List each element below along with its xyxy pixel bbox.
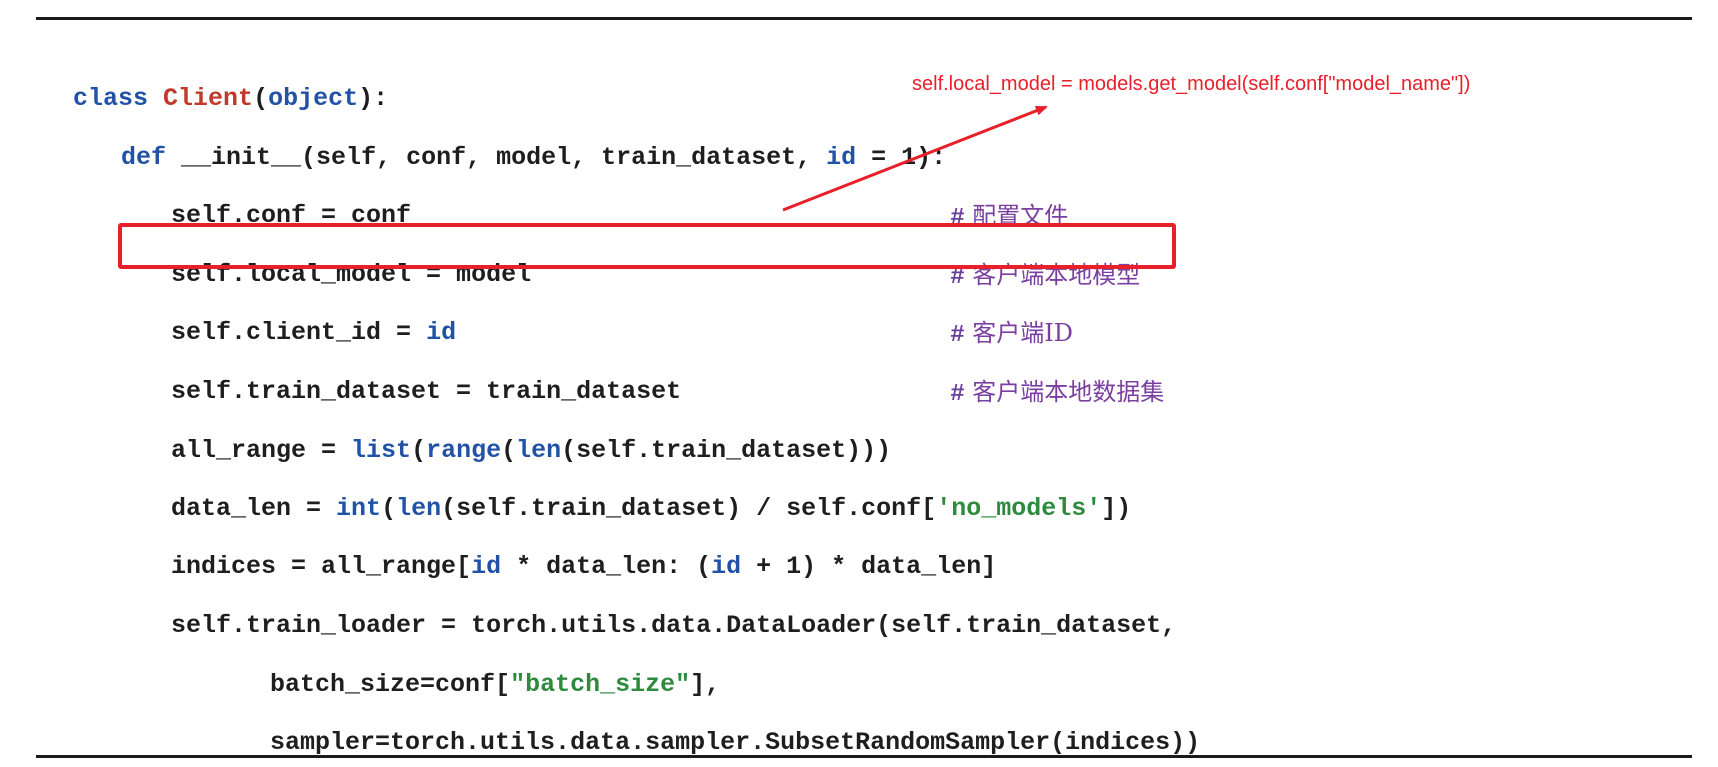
code-line-init-def: def __init__(self, conf, model, train_da… [91, 113, 946, 172]
code-text: (self.train_dataset))) [561, 436, 892, 465]
code-text: sampler=torch.utils.data.sampler.SubsetR… [270, 728, 1201, 757]
paren: ( [411, 436, 427, 465]
code-text: self.client_id = [171, 318, 427, 347]
string-literal: "batch_size" [510, 670, 691, 699]
paren-open: ( [253, 84, 269, 113]
paren: ( [381, 494, 397, 523]
paren-close: ): [358, 84, 389, 113]
keyword-def: def [121, 143, 167, 172]
builtin-range: range [426, 436, 502, 465]
code-text: ]) [1101, 494, 1132, 523]
string-literal: 'no_models' [936, 494, 1102, 523]
code-line-data-len: data_len = int(len(self.train_dataset) /… [141, 464, 1131, 523]
paren: ( [501, 436, 517, 465]
highlight-box [118, 223, 1176, 269]
init-signature: __init__(self, conf, model, train_datase… [166, 143, 827, 172]
code-line-class-def: class Client(object): [43, 54, 388, 113]
code-text: data_len = [171, 494, 337, 523]
code-text: * data_len: ( [501, 552, 712, 581]
code-line-sampler: sampler=torch.utils.data.sampler.SubsetR… [240, 698, 1200, 757]
comment-local-dataset: # 客户端本地数据集 [935, 347, 1164, 408]
code-line-train-dataset: self.train_dataset = train_dataset [141, 347, 681, 406]
init-signature-rest: = 1): [856, 143, 947, 172]
keyword-class: class [73, 84, 149, 113]
code-line-batch-size: batch_size=conf["batch_size"], [240, 640, 720, 699]
code-line-train-loader: self.train_loader = torch.utils.data.Dat… [141, 581, 1176, 640]
annotation-text: self.local_model = models.get_model(self… [912, 73, 1471, 95]
code-text: indices = all_range[ [171, 552, 472, 581]
comment-hash: # [950, 381, 965, 408]
code-line-all-range: all_range = list(range(len(self.train_da… [141, 406, 891, 465]
code-line-indices: indices = all_range[id * data_len: (id +… [141, 522, 996, 581]
class-name: Client [163, 84, 254, 113]
code-text: ], [690, 670, 721, 699]
code-text: self.train_dataset = train_dataset [171, 377, 682, 406]
code-text: (self.train_dataset) / self.conf[ [441, 494, 937, 523]
comment-config: # 配置文件 [935, 171, 1068, 232]
code-line-client-id: self.client_id = id [141, 288, 456, 347]
comment-client-id: # 客户端ID [935, 288, 1073, 349]
id-ref: id [471, 552, 502, 581]
code-text: + 1) * data_len] [741, 552, 997, 581]
base-class: object [268, 84, 359, 113]
code-text: self.train_loader = torch.utils.data.Dat… [171, 611, 1177, 640]
top-rule [36, 17, 1692, 20]
comment-text: 客户端本地数据集 [964, 378, 1165, 406]
builtin-int: int [336, 494, 382, 523]
comment-hash: # [950, 322, 965, 349]
builtin-len: len [516, 436, 562, 465]
builtin-len: len [396, 494, 442, 523]
id-ref: id [711, 552, 742, 581]
comment-text: 客户端ID [964, 319, 1074, 347]
id-param: id [826, 143, 857, 172]
code-text: all_range = [171, 436, 352, 465]
builtin-list: list [351, 436, 412, 465]
code-text: batch_size=conf[ [270, 670, 511, 699]
code-line-conf: self.conf = conf [141, 171, 411, 230]
id-ref: id [426, 318, 457, 347]
